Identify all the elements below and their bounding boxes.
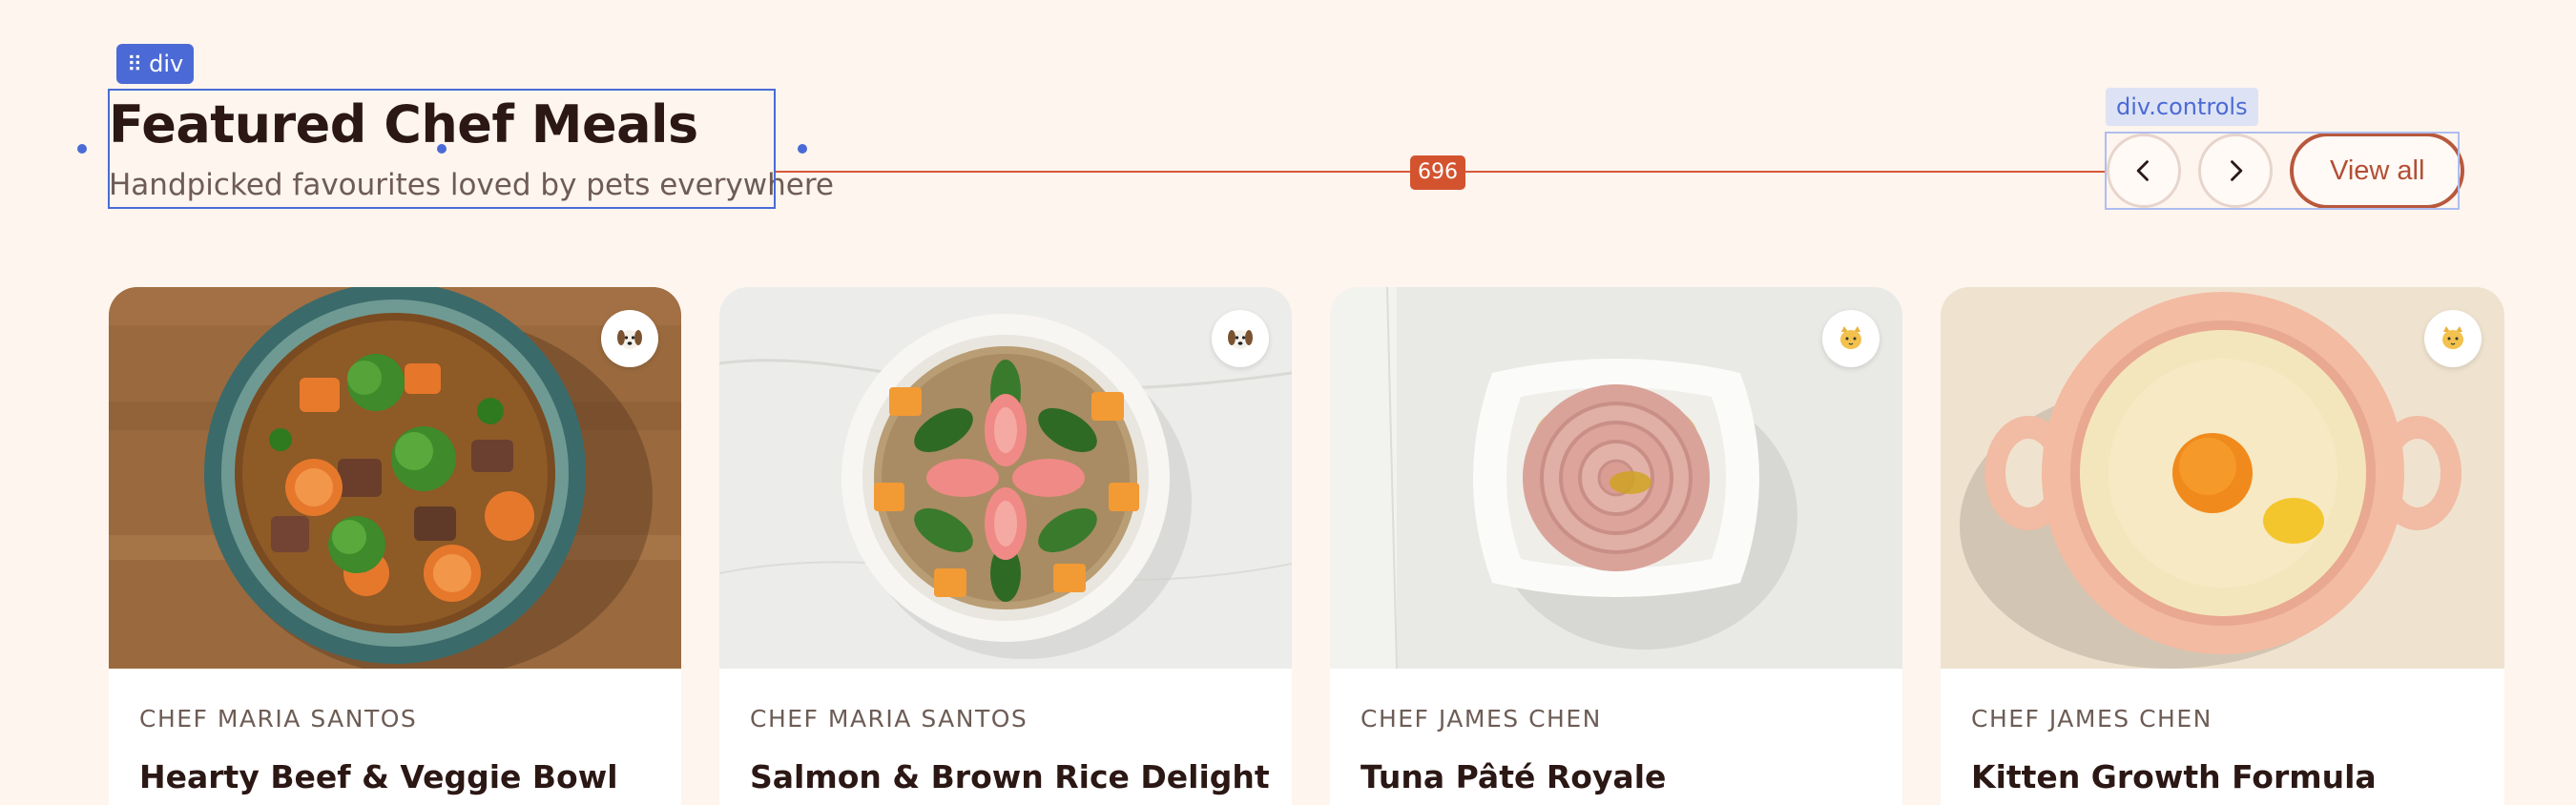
pet-type-badge (601, 310, 658, 367)
meal-card[interactable]: CHEF MARIA SANTOS Salmon & Brown Rice De… (719, 287, 1292, 805)
cat-icon (2442, 326, 2463, 349)
chef-name: CHEF MARIA SANTOS (750, 705, 1028, 733)
pet-type-badge (1822, 310, 1880, 367)
meal-image (719, 287, 1292, 669)
chef-name: CHEF JAMES CHEN (1361, 705, 1602, 733)
meal-name[interactable]: Kitten Growth Formula (1971, 756, 2474, 798)
dog-icon (617, 330, 642, 349)
drag-handle-icon[interactable]: ⠿ (127, 53, 142, 77)
resize-handle-left[interactable] (77, 144, 87, 154)
meal-image (1330, 287, 1902, 669)
chef-name: CHEF MARIA SANTOS (139, 705, 418, 733)
carousel-controls: View all (2107, 133, 2465, 209)
meal-card[interactable]: CHEF JAMES CHEN Kitten Growth Formula (1941, 287, 2504, 805)
pet-type-badge (2424, 310, 2482, 367)
previous-button[interactable] (2107, 134, 2181, 208)
meal-image (1941, 287, 2504, 669)
controls-tag[interactable]: div.controls (2106, 88, 2258, 126)
pet-type-badge (1212, 310, 1269, 367)
cat-icon (1840, 326, 1861, 349)
selection-tag[interactable]: ⠿ div (116, 44, 195, 84)
meal-name[interactable]: Salmon & Brown Rice Delight (750, 756, 1270, 798)
dog-icon (1228, 330, 1253, 349)
page-subtitle: Handpicked favourites loved by pets ever… (109, 168, 834, 202)
next-button[interactable] (2198, 134, 2273, 208)
view-all-button[interactable]: View all (2290, 133, 2465, 209)
meal-card[interactable]: CHEF JAMES CHEN Tuna Pâté Royale (1330, 287, 1902, 805)
meal-name[interactable]: Hearty Beef & Veggie Bowl (139, 756, 651, 798)
chef-name: CHEF JAMES CHEN (1971, 705, 2212, 733)
meal-image (109, 287, 681, 669)
meal-carousel: CHEF MARIA SANTOS Hearty Beef & Veggie B… (109, 287, 2504, 805)
chevron-right-icon (2231, 160, 2243, 181)
chevron-left-icon (2136, 160, 2149, 181)
resize-handle-top[interactable] (437, 144, 447, 154)
distance-label: 696 (1410, 155, 1465, 190)
meal-name[interactable]: Tuna Pâté Royale (1361, 756, 1872, 798)
selection-tag-label: div (149, 51, 184, 77)
resize-handle-right[interactable] (798, 144, 807, 154)
meal-card[interactable]: CHEF MARIA SANTOS Hearty Beef & Veggie B… (109, 287, 681, 805)
